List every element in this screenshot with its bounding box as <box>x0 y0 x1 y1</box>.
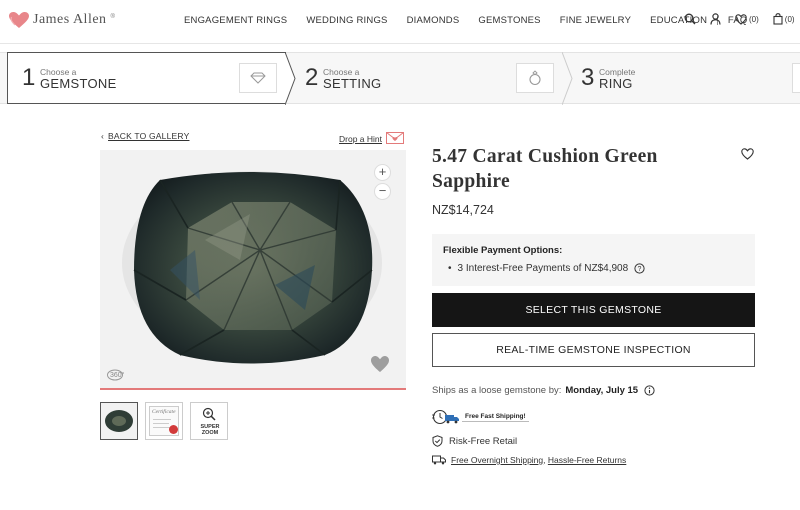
risk-free-retail: Risk-Free Retail <box>432 435 517 447</box>
step-arrow <box>562 52 573 105</box>
step-number: 2 <box>305 64 319 91</box>
step-label: GEMSTONE <box>40 76 117 91</box>
gemstone-thumbnail-image <box>101 403 137 439</box>
nav-wedding-rings[interactable]: WEDDING RINGS <box>306 15 387 26</box>
seal-icon <box>169 425 178 434</box>
view-360-button[interactable]: 360° <box>106 368 124 382</box>
step-number: 3 <box>581 64 595 91</box>
select-gemstone-button[interactable]: SELECT THIS GEMSTONE <box>432 293 755 327</box>
step-choose-gemstone[interactable]: 1 Choose a GEMSTONE <box>7 52 286 104</box>
search-icon[interactable] <box>684 13 696 25</box>
ships-prefix: Ships as a loose gemstone by: <box>432 385 562 396</box>
gemstone-inspection-button[interactable]: REAL-TIME GEMSTONE INSPECTION <box>432 333 755 367</box>
certificate-image: Certificate <box>149 406 179 436</box>
shipping-returns-links: Free Overnight Shipping, Hassle-Free Ret… <box>432 455 626 465</box>
installment-text: 3 Interest-Free Payments of NZ$4,908 <box>457 263 629 274</box>
step-number: 1 <box>22 64 36 91</box>
svg-text:?: ? <box>638 266 642 273</box>
nav-diamonds[interactable]: DIAMONDS <box>407 15 460 26</box>
main-nav: ENGAGEMENT RINGS WEDDING RINGS DIAMONDS … <box>184 15 747 26</box>
view-360-label: 360° <box>110 371 125 379</box>
nav-engagement-rings[interactable]: ENGAGEMENT RINGS <box>184 15 287 26</box>
payment-options-box: Flexible Payment Options: • 3 Interest-F… <box>432 234 755 286</box>
shipping-date-line: Ships as a loose gemstone by: Monday, Ju… <box>432 385 655 396</box>
wishlist-link[interactable]: (0) <box>735 13 759 25</box>
thumbnail-gemstone[interactable] <box>100 402 138 440</box>
builder-steps: 1 Choose a GEMSTONE 2 Choose a SETTING 3… <box>0 52 800 105</box>
envelope-heart-icon[interactable] <box>386 132 404 144</box>
info-icon[interactable] <box>644 385 655 396</box>
account-icon[interactable] <box>710 13 721 25</box>
truck-icon <box>432 455 446 465</box>
step-label: RING <box>599 76 633 91</box>
shopping-bag-icon <box>773 13 783 25</box>
risk-free-label: Risk-Free Retail <box>449 435 518 447</box>
payment-option-item: • 3 Interest-Free Payments of NZ$4,908 ? <box>448 263 645 274</box>
heart-icon <box>735 13 747 25</box>
zoom-in-button[interactable]: + <box>374 164 391 181</box>
step-icon-box <box>239 63 277 93</box>
ring-icon <box>529 70 541 86</box>
cart-link[interactable]: (0) <box>773 13 795 25</box>
heart-logo-icon <box>9 12 29 28</box>
header-icons: (0) (0) <box>684 13 795 25</box>
site-logo[interactable]: James Allen ® <box>8 11 115 29</box>
help-icon[interactable]: ? <box>634 263 645 274</box>
back-to-gallery-link[interactable]: ‹ BACK TO GALLERY <box>101 131 189 141</box>
drop-a-hint-link[interactable]: Drop a Hint <box>339 134 382 144</box>
overnight-shipping-link[interactable]: Free Overnight Shipping <box>451 455 543 465</box>
chevron-left-icon: ‹ <box>101 131 105 141</box>
step-icon-box <box>792 63 800 93</box>
payment-options-title: Flexible Payment Options: <box>443 245 563 256</box>
super-zoom-label: SUPER ZOOM <box>200 424 220 436</box>
thumbnail-super-zoom[interactable]: SUPER ZOOM <box>190 402 228 440</box>
certificate-label: Certificate <box>152 409 176 415</box>
step-arrow <box>285 52 296 105</box>
add-to-wishlist-heart-icon[interactable] <box>741 148 754 160</box>
site-header: James Allen ® ENGAGEMENT RINGS WEDDING R… <box>0 0 800 44</box>
step-complete-ring[interactable]: 3 Complete RING <box>574 53 800 104</box>
diamond-icon <box>250 72 266 84</box>
cart-count: (0) <box>784 14 795 24</box>
logo-text: James Allen <box>33 12 107 27</box>
hassle-free-returns-link[interactable]: Hassle-Free Returns <box>548 455 626 465</box>
bullet: • <box>448 263 452 274</box>
magnifier-icon <box>202 407 216 421</box>
nav-gemstones[interactable]: GEMSTONES <box>478 15 540 26</box>
step-choose-setting[interactable]: 2 Choose a SETTING <box>297 53 567 104</box>
zoom-out-button[interactable]: − <box>374 183 391 200</box>
wishlist-count: (0) <box>749 14 759 24</box>
gemstone-viewer[interactable]: + − 360° <box>100 150 406 390</box>
shield-check-icon <box>432 435 443 447</box>
step-label: SETTING <box>323 76 382 91</box>
gemstone-image <box>122 171 382 364</box>
ships-date: Monday, July 15 <box>565 385 639 396</box>
product-price: NZ$14,724 <box>432 203 494 217</box>
back-label: BACK TO GALLERY <box>108 131 190 141</box>
thumbnail-certificate[interactable]: Certificate <box>145 402 183 440</box>
free-shipping-badge: Free Fast Shipping! <box>432 409 529 425</box>
step-icon-box <box>516 63 554 93</box>
nav-fine-jewelry[interactable]: FINE JEWELRY <box>560 15 631 26</box>
product-title: 5.47 Carat Cushion Green Sapphire <box>432 146 658 192</box>
watermark-heart-icon <box>371 356 389 372</box>
free-shipping-text: Free Fast Shipping! <box>462 412 529 422</box>
clock-truck-icon <box>432 409 459 425</box>
registered-mark: ® <box>110 14 115 20</box>
